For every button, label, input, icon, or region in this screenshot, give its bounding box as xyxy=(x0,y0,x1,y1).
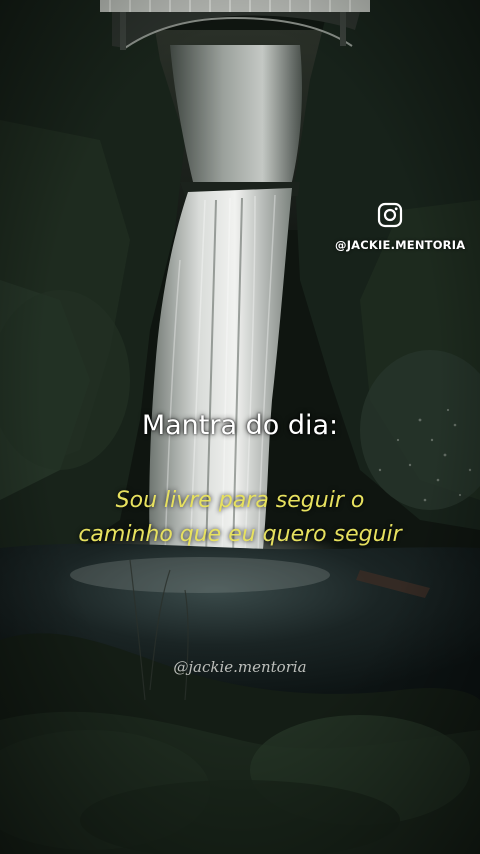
instagram-badge[interactable]: @JACKIE.MENTORIA xyxy=(335,202,465,252)
mantra-line-1: Sou livre para seguir o xyxy=(115,488,365,513)
instagram-icon[interactable] xyxy=(377,202,403,228)
mantra-text: Sou livre para seguir o caminho que eu q… xyxy=(0,484,480,552)
mantra-line-2: caminho que eu quero seguir xyxy=(78,522,402,547)
watermark-handle: @jackie.mentoria xyxy=(173,658,307,676)
mantra-title: Mantra do dia: xyxy=(141,410,339,441)
instagram-handle[interactable]: @JACKIE.MENTORIA xyxy=(335,238,465,252)
